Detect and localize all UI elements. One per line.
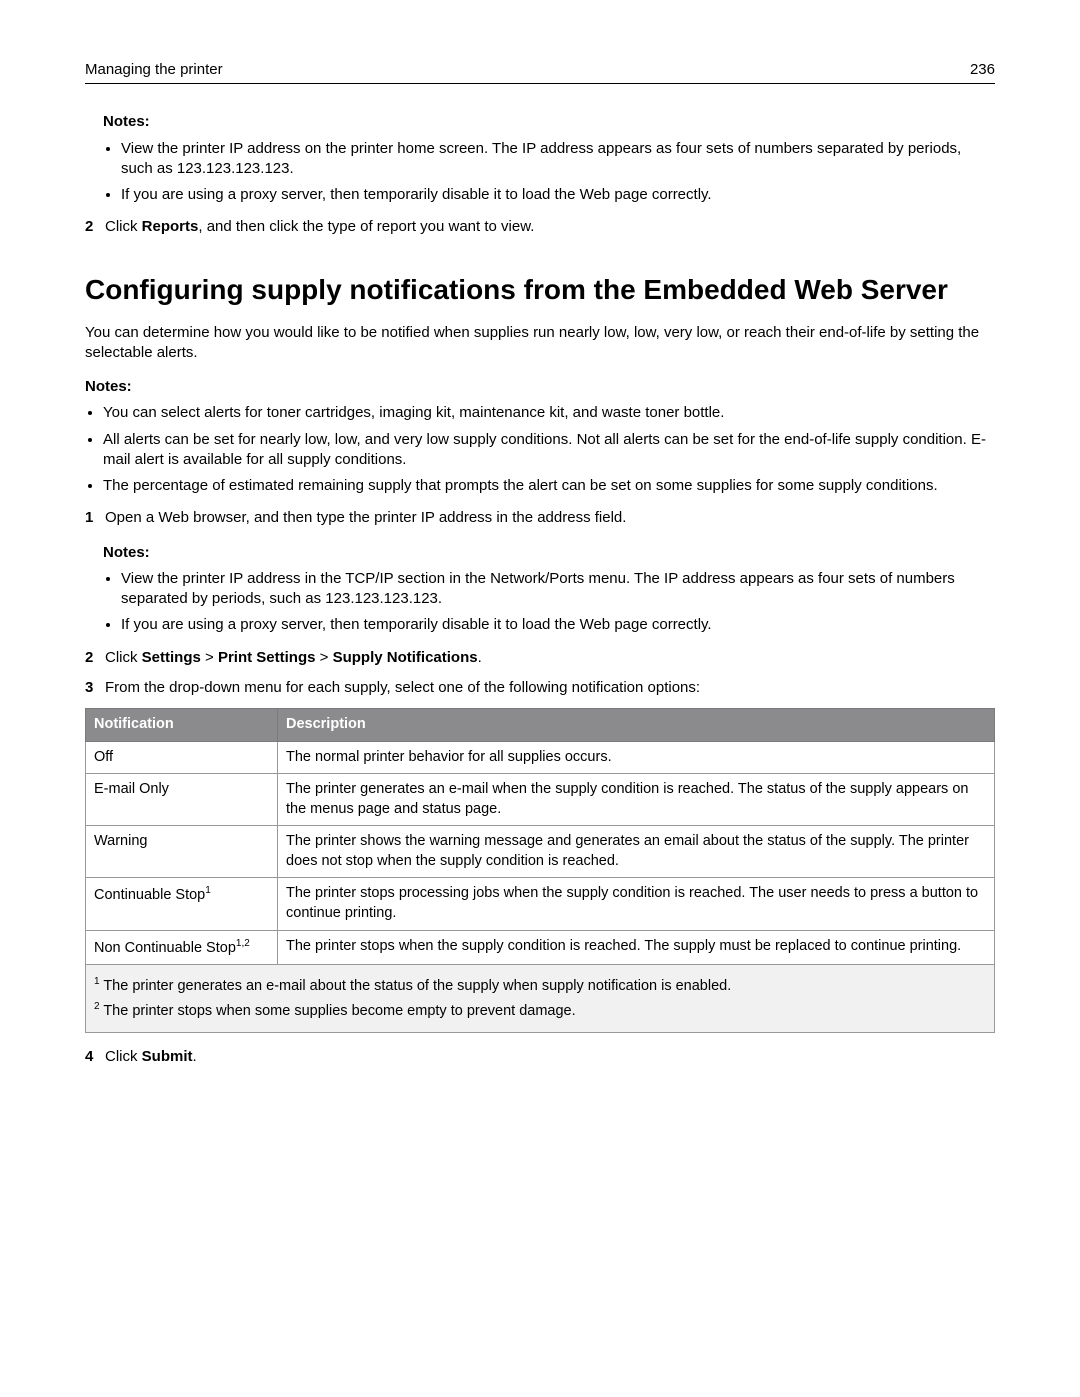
table-header-description: Description — [278, 709, 995, 742]
step-number: 1 — [85, 508, 105, 528]
text: Click — [105, 1048, 142, 1065]
list-item: View the printer IP address on the print… — [121, 139, 995, 180]
notes-label-top: Notes: — [103, 112, 995, 132]
step-2: 2 Click Settings > Print Settings > Supp… — [85, 648, 995, 668]
notification-table: Notification Description OffThe normal p… — [85, 708, 995, 1033]
notification-name: Continuable Stop1 — [86, 878, 278, 930]
footnote: 2 The printer stops when some supplies b… — [94, 1000, 986, 1021]
step-text: Click Reports, and then click the type o… — [105, 217, 995, 237]
step-number: 2 — [85, 217, 105, 237]
bold-text: Reports — [142, 218, 199, 235]
text: . — [193, 1048, 197, 1065]
section-heading: Configuring supply notifications from th… — [85, 272, 995, 307]
notification-name: Warning — [86, 826, 278, 878]
footnote: 1 The printer generates an e-mail about … — [94, 975, 986, 996]
text: Click — [105, 649, 142, 666]
step1-notes-list: View the printer IP address in the TCP/I… — [103, 569, 995, 636]
step-1: 1 Open a Web browser, and then type the … — [85, 508, 995, 528]
notification-name: E-mail Only — [86, 774, 278, 826]
step-text: From the drop-down menu for each supply,… — [105, 678, 995, 698]
table-row: E-mail OnlyThe printer generates an e-ma… — [86, 774, 995, 826]
notification-description: The normal printer behavior for all supp… — [278, 741, 995, 774]
list-item: View the printer IP address in the TCP/I… — [121, 569, 995, 610]
notification-description: The printer stops processing jobs when t… — [278, 878, 995, 930]
step-number: 3 — [85, 678, 105, 698]
bold-text: Submit — [142, 1048, 193, 1065]
step-text: Open a Web browser, and then type the pr… — [105, 508, 995, 528]
step-text: Click Submit. — [105, 1047, 995, 1067]
notes-label-mid: Notes: — [85, 377, 995, 397]
notification-name: Off — [86, 741, 278, 774]
page-header: Managing the printer 236 — [85, 60, 995, 84]
step-number: 2 — [85, 648, 105, 668]
step-number: 4 — [85, 1047, 105, 1067]
table-row: Continuable Stop1The printer stops proce… — [86, 878, 995, 930]
bold-text: Print Settings — [218, 649, 316, 666]
step-3: 3 From the drop-down menu for each suppl… — [85, 678, 995, 698]
text: Click — [105, 218, 142, 235]
notification-description: The printer shows the warning message an… — [278, 826, 995, 878]
mid-notes-list: You can select alerts for toner cartridg… — [85, 403, 995, 496]
step-4: 4 Click Submit. — [85, 1047, 995, 1067]
bold-text: Supply Notifications — [333, 649, 478, 666]
list-item: All alerts can be set for nearly low, lo… — [103, 430, 995, 471]
header-page-number: 236 — [970, 60, 995, 80]
notification-description: The printer generates an e-mail when the… — [278, 774, 995, 826]
top-notes-list: View the printer IP address on the print… — [103, 139, 995, 206]
intro-paragraph: You can determine how you would like to … — [85, 323, 995, 364]
text: . — [478, 649, 482, 666]
table-row: Non Continuable Stop1,2The printer stops… — [86, 930, 995, 964]
step-2-top: 2 Click Reports, and then click the type… — [85, 217, 995, 237]
list-item: If you are using a proxy server, then te… — [121, 185, 995, 205]
header-title: Managing the printer — [85, 60, 223, 80]
text: > — [315, 649, 332, 666]
notification-description: The printer stops when the supply condit… — [278, 930, 995, 964]
text: > — [201, 649, 218, 666]
table-header-notification: Notification — [86, 709, 278, 742]
notification-name: Non Continuable Stop1,2 — [86, 930, 278, 964]
table-row: OffThe normal printer behavior for all s… — [86, 741, 995, 774]
list-item: You can select alerts for toner cartridg… — [103, 403, 995, 423]
bold-text: Settings — [142, 649, 201, 666]
notes-label-step1: Notes: — [103, 543, 995, 563]
table-row: WarningThe printer shows the warning mes… — [86, 826, 995, 878]
list-item: If you are using a proxy server, then te… — [121, 615, 995, 635]
table-footnotes: 1 The printer generates an e-mail about … — [86, 964, 995, 1032]
step-text: Click Settings > Print Settings > Supply… — [105, 648, 995, 668]
list-item: The percentage of estimated remaining su… — [103, 476, 995, 496]
text: , and then click the type of report you … — [198, 218, 534, 235]
